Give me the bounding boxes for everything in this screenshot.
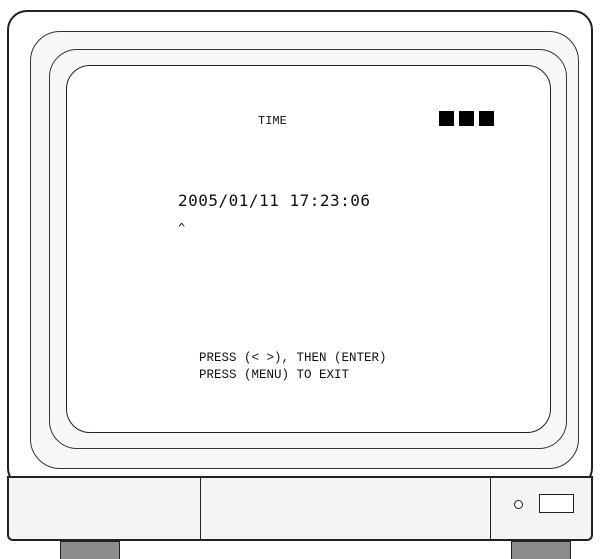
status-block-icon: [479, 111, 494, 126]
status-blocks: [439, 111, 494, 126]
right-foot: [511, 541, 571, 559]
monitor-base-panel: [7, 476, 593, 541]
instruction-line-2: PRESS (MENU) TO EXIT: [199, 368, 350, 382]
status-block-icon: [439, 111, 454, 126]
datetime-field[interactable]: 2005/01/11 17:23:06: [178, 193, 371, 209]
base-divider-left: [200, 478, 201, 539]
power-button-icon[interactable]: [539, 494, 574, 513]
instruction-line-1: PRESS (< >), THEN (ENTER): [199, 351, 387, 365]
status-block-icon: [459, 111, 474, 126]
cursor-caret: ^: [178, 221, 186, 235]
osd-title: TIME: [258, 114, 287, 128]
base-divider-right: [490, 478, 491, 539]
led-indicator-icon: [514, 500, 523, 509]
left-foot: [60, 541, 120, 559]
base-top-edge: [7, 476, 593, 478]
